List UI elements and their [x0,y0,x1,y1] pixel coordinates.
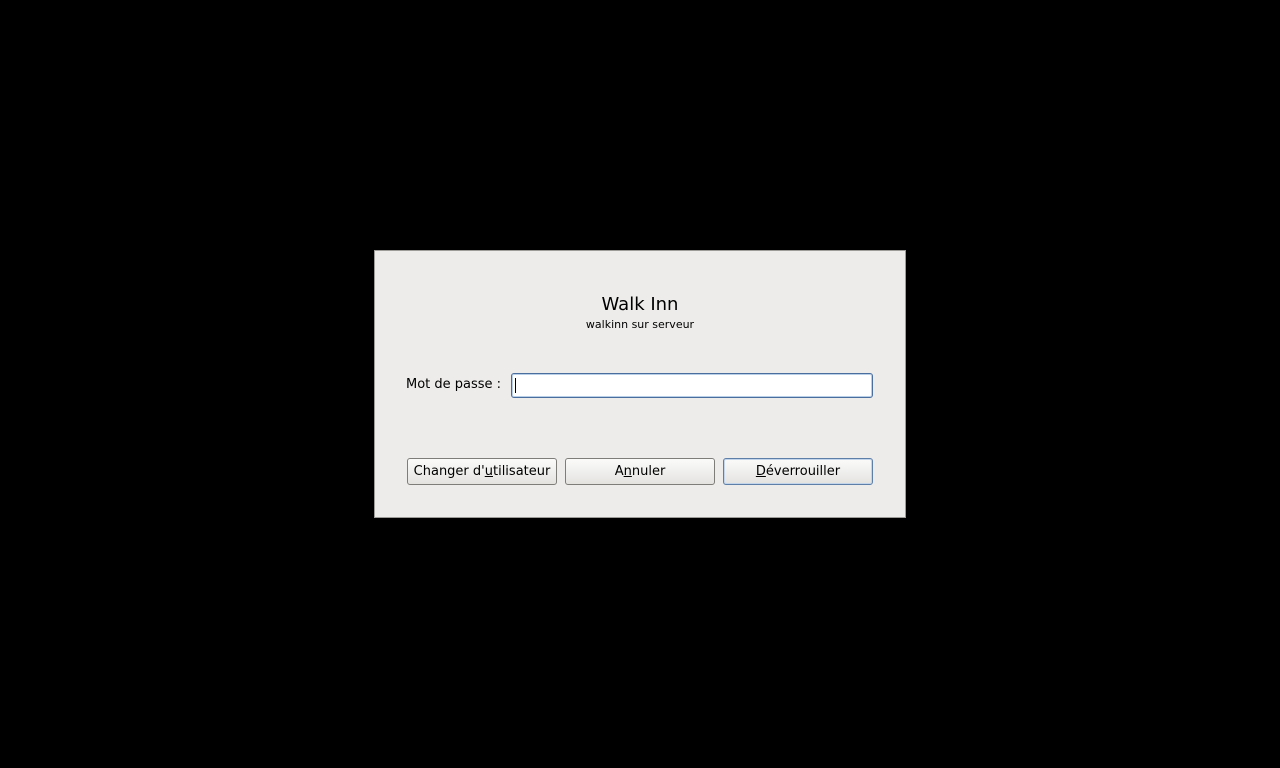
unlock-button[interactable]: Déverrouiller [723,458,873,485]
switch-user-button[interactable]: Changer d'utilisateur [407,458,557,485]
unlock-label-after: éverrouiller [765,464,841,479]
lock-screen-background: Walk Inn walkinn sur serveur Mot de pass… [0,0,1280,768]
text-cursor [515,378,516,393]
password-input[interactable] [511,373,873,398]
switch-user-label-before: Changer d' [413,464,485,479]
cancel-label-before: A [614,464,624,479]
dialog-subtitle: walkinn sur serveur [585,318,695,331]
switch-user-mnemonic: u [484,464,493,479]
cancel-button[interactable]: Annuler [565,458,715,485]
cancel-mnemonic: n [623,464,632,479]
unlock-mnemonic: D [755,464,766,479]
dialog-title: Walk Inn [601,294,679,315]
password-label: Mot de passe : [406,377,502,392]
switch-user-label-after: tilisateur [492,464,551,479]
cancel-label-after: nuler [631,464,666,479]
unlock-dialog: Walk Inn walkinn sur serveur Mot de pass… [374,250,906,518]
